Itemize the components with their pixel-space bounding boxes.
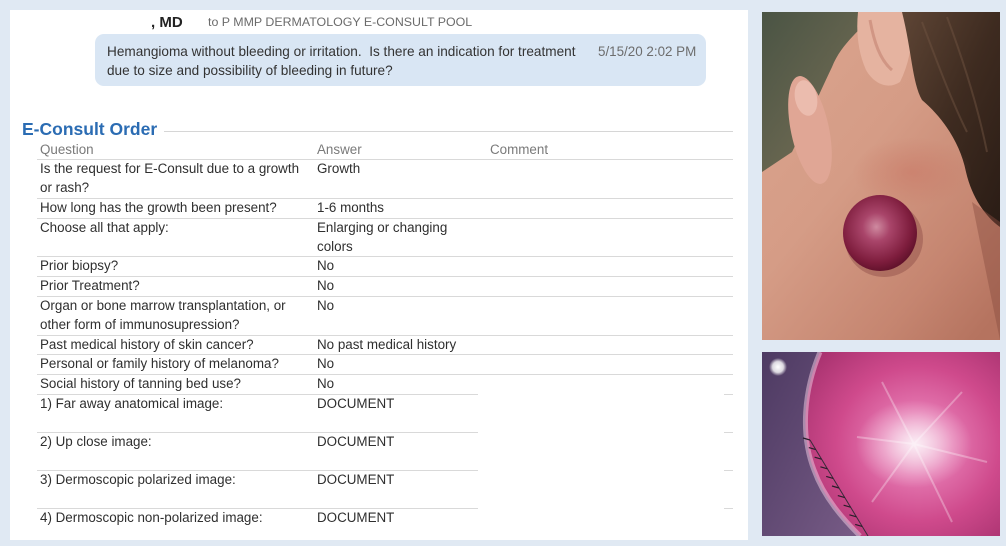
answer-cell: No [317, 258, 335, 274]
comment-cell [487, 160, 733, 198]
lesion [843, 195, 917, 271]
table-row: Prior Treatment? No [37, 277, 733, 297]
question-cell: 4) Dermoscopic non-polarized image: [40, 509, 263, 525]
answer-cell: Growth [317, 161, 361, 177]
question-cell: 3) Dermoscopic polarized image: [40, 471, 236, 487]
message-text: Hemangioma without bleeding or irritatio… [107, 44, 580, 78]
column-header-comment: Comment [490, 141, 549, 157]
comment-cell [487, 297, 733, 335]
recipient-pool: to P MMP DERMATOLOGY E-CONSULT POOL [208, 15, 473, 29]
title-divider [164, 131, 733, 132]
question-cell: Social history of tanning bed use? [40, 376, 241, 392]
question-cell: Personal or family history of melanoma? [40, 356, 279, 372]
sender-name: , MD [151, 14, 183, 31]
column-header-question: Question [40, 141, 94, 157]
table-row-attachment: 4) Dermoscopic non-polarized image: DOCU… [37, 509, 733, 537]
table-row: Is the request for E-Consult due to a gr… [37, 160, 733, 199]
comment-cell [487, 471, 733, 509]
question-cell: Prior Treatment? [40, 278, 140, 294]
question-cell: Prior biopsy? [40, 258, 119, 274]
econsult-panel: , MD to P MMP DERMATOLOGY E-CONSULT POOL… [10, 10, 748, 540]
table-row: How long has the growth been present? 1-… [37, 199, 733, 219]
comment-cell [487, 257, 733, 276]
answer-cell: No [317, 356, 335, 372]
table-row: Past medical history of skin cancer? No … [37, 336, 733, 356]
table-header-row: Question Answer Comment [37, 141, 733, 161]
table-row-attachment: 3) Dermoscopic polarized image: DOCUMENT [37, 471, 733, 509]
comment-cell [487, 375, 733, 394]
document-link[interactable]: DOCUMENT [314, 509, 487, 537]
document-link[interactable]: DOCUMENT [314, 471, 487, 509]
question-cell: 2) Up close image: [40, 433, 152, 449]
answer-cell: 1-6 months [317, 199, 384, 215]
question-cell: How long has the growth been present? [40, 199, 277, 215]
answer-cell: Enlarging or changing colors [317, 219, 448, 254]
comment-cell [487, 336, 733, 355]
comment-cell [487, 395, 733, 433]
message-timestamp: 5/15/20 2:02 PM [598, 44, 697, 59]
question-cell: Past medical history of skin cancer? [40, 336, 254, 352]
comment-cell [487, 199, 733, 218]
dermoscopy-image [762, 352, 1000, 536]
document-link[interactable]: DOCUMENT [314, 395, 487, 433]
table-row: Choose all that apply: Enlarging or chan… [37, 219, 733, 258]
question-cell: 1) Far away anatomical image: [40, 395, 224, 411]
answer-cell: No [317, 278, 335, 294]
question-cell: Organ or bone marrow transplantation, or… [40, 297, 286, 332]
comment-cell [487, 219, 733, 257]
light-glare [769, 358, 787, 376]
answer-cell: No [317, 297, 335, 313]
question-cell: Is the request for E-Consult due to a gr… [40, 161, 300, 196]
document-link[interactable]: DOCUMENT [314, 433, 487, 471]
order-title: E-Consult Order [22, 119, 158, 139]
column-header-answer: Answer [317, 141, 362, 157]
table-row-attachment: 2) Up close image: DOCUMENT [37, 433, 733, 471]
comment-cell [487, 277, 733, 296]
message-bubble: Hemangioma without bleeding or irritatio… [95, 34, 706, 86]
table-row: Personal or family history of melanoma? … [37, 355, 733, 376]
table-row: Prior biopsy? No [37, 257, 733, 278]
comment-cell [487, 355, 733, 374]
comment-cell [487, 433, 733, 471]
table-row-attachment: 1) Far away anatomical image: DOCUMENT [37, 395, 733, 433]
table-row: Organ or bone marrow transplantation, or… [37, 297, 733, 336]
order-table: Question Answer Comment Is the request f… [37, 141, 733, 537]
question-cell: Choose all that apply: [40, 219, 169, 235]
answer-cell: No [317, 376, 335, 392]
comment-cell [487, 509, 733, 537]
answer-cell: No past medical history [317, 336, 457, 352]
table-row: Social history of tanning bed use? No [37, 375, 733, 395]
lesion-photo [762, 12, 1000, 340]
